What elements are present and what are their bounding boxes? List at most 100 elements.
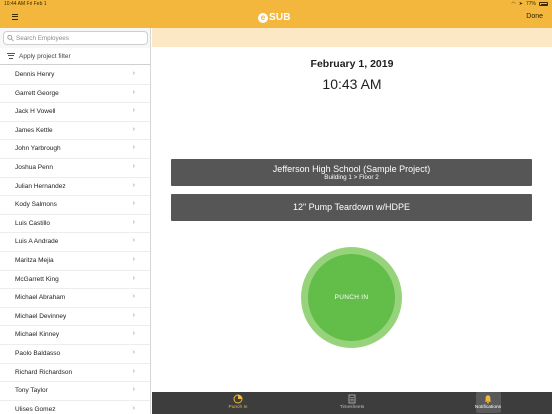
chevron-right-icon: › — [132, 330, 135, 338]
battery-icon — [539, 2, 548, 6]
employee-row[interactable]: Maritza Mejia › — [0, 252, 150, 271]
employee-row[interactable]: Michael Devinney › — [0, 308, 150, 327]
project-filter-label: Apply project filter — [19, 53, 71, 60]
status-time-date: 10:44 AM Fri Feb 1 — [4, 1, 47, 7]
employee-row[interactable]: Michael Kinney › — [0, 326, 150, 345]
tab-notifications[interactable]: Notifications — [458, 392, 518, 414]
project-selector-button[interactable]: Jefferson High School (Sample Project) B… — [171, 159, 532, 186]
search-input[interactable] — [16, 33, 144, 44]
logo-mark: e — [258, 12, 268, 23]
employee-name: Luis Castillo — [15, 219, 51, 227]
employee-row[interactable]: Richard Richardson › — [0, 364, 150, 383]
task-selector-button[interactable]: 12" Pump Teardown w/HDPE — [171, 194, 532, 221]
chevron-right-icon: › — [132, 144, 135, 152]
employee-name: Maritza Mejia — [15, 256, 54, 264]
chevron-right-icon: › — [132, 70, 135, 77]
chevron-right-icon: › — [132, 255, 135, 263]
timesheet-icon — [348, 394, 356, 404]
project-location: Building 1 > Floor 2 — [324, 174, 379, 181]
hamburger-icon — [9, 13, 21, 20]
location-icon: ➤ — [518, 1, 523, 7]
tab-label: Punch In — [228, 405, 248, 410]
chevron-right-icon: › — [132, 218, 135, 226]
current-date: February 1, 2019 — [310, 58, 394, 70]
employee-name: John Yarbrough — [15, 145, 61, 153]
chevron-right-icon: › — [132, 200, 135, 208]
search-icon — [7, 34, 14, 42]
current-time: 10:43 AM — [322, 76, 382, 92]
chevron-right-icon: › — [132, 348, 135, 356]
employee-sidebar: Apply project filter Dennis Henry › Garre… — [0, 28, 151, 414]
employee-name: Tony Taylor — [15, 387, 48, 395]
menu-button[interactable] — [9, 12, 21, 22]
tab-timesheets[interactable]: Timesheets — [322, 392, 382, 414]
employee-row[interactable]: McGarrett King › — [0, 271, 150, 290]
employee-list: Dennis Henry › Garrett George › Jack H Vow… — [0, 66, 150, 414]
tab-label: Timesheets — [339, 405, 365, 410]
employee-name: Kody Salmons — [15, 201, 57, 209]
employee-name: Dennis Henry — [15, 71, 55, 78]
chevron-right-icon: › — [132, 107, 135, 115]
chevron-right-icon: › — [132, 88, 135, 96]
employee-name: Michael Devinney — [15, 312, 67, 320]
employee-name: Joshua Penn — [15, 163, 53, 171]
project-filter-button[interactable]: Apply project filter — [0, 49, 150, 65]
chevron-right-icon: › — [132, 311, 135, 319]
status-bar: 10:44 AM Fri Feb 1 ◠ ➤ 77% — [0, 0, 552, 8]
employee-name: Michael Abraham — [15, 294, 66, 302]
chevron-right-icon: › — [132, 162, 135, 170]
punch-in-label: PUNCH IN — [308, 254, 395, 341]
employee-row[interactable]: Julian Hernandez › — [0, 178, 150, 197]
employee-name: Jack H Vowell — [15, 108, 56, 116]
top-bar: 10:44 AM Fri Feb 1 ◠ ➤ 77% e SUB Done — [0, 0, 552, 28]
chevron-right-icon: › — [132, 125, 135, 133]
employee-row[interactable]: Paolo Baldasso › — [0, 345, 150, 364]
chevron-right-icon: › — [132, 181, 135, 189]
bell-icon — [484, 395, 492, 404]
employee-row[interactable]: John Yarbrough › — [0, 140, 150, 159]
chevron-right-icon: › — [132, 386, 135, 394]
punch-panel: February 1, 2019 10:43 AM Jefferson High… — [152, 28, 552, 392]
tab-punch-in[interactable]: Punch In — [208, 392, 268, 414]
employee-row[interactable]: James Kettle › — [0, 122, 150, 141]
chevron-right-icon: › — [132, 293, 135, 301]
employee-row[interactable]: Luis Castillo › — [0, 215, 150, 234]
employee-row[interactable]: Michael Abraham › — [0, 289, 150, 308]
chevron-right-icon: › — [132, 237, 135, 245]
employee-name: Ulises Gomez — [15, 405, 56, 413]
employee-name: Paolo Baldasso — [15, 349, 61, 357]
employee-row[interactable]: Dennis Henry › — [0, 66, 150, 85]
tab-bar: Punch In Timesheets Notifications — [152, 392, 552, 414]
info-banner — [152, 28, 552, 47]
project-name: Jefferson High School (Sample Project) — [272, 164, 431, 174]
employee-row[interactable]: Ulises Gomez › — [0, 401, 150, 414]
employee-row[interactable]: Garrett George › — [0, 85, 150, 104]
employee-row[interactable]: Joshua Penn › — [0, 159, 150, 178]
chevron-right-icon: › — [132, 274, 135, 282]
employee-row[interactable]: Tony Taylor › — [0, 382, 150, 401]
tab-label: Notifications — [474, 405, 502, 410]
esub-logo: e SUB — [258, 11, 291, 24]
employee-name: Garrett George — [15, 89, 59, 97]
employee-name: James Kettle — [15, 126, 53, 134]
clock-icon — [233, 394, 243, 404]
done-button[interactable]: Done — [526, 13, 543, 20]
search-field — [3, 31, 148, 45]
punch-in-button[interactable]: PUNCH IN — [301, 247, 402, 348]
logo-text: SUB — [269, 12, 291, 23]
employee-name: Richard Richardson — [15, 368, 73, 376]
employee-name: Julian Hernandez — [15, 182, 66, 190]
app-screen: 10:44 AM Fri Feb 1 ◠ ➤ 77% e SUB Done Se… — [0, 0, 552, 414]
battery-percent: 77% — [525, 1, 536, 7]
employee-row[interactable]: Kody Salmons › — [0, 196, 150, 215]
employee-name: Luis A Andrade — [15, 238, 59, 246]
status-right: ◠ ➤ 77% — [511, 1, 548, 7]
employee-name: Michael Kinney — [15, 331, 60, 339]
chevron-right-icon: › — [132, 367, 135, 375]
wifi-icon: ◠ — [511, 1, 516, 7]
search-bar — [0, 28, 150, 48]
employee-row[interactable]: Jack H Vowell › — [0, 103, 150, 122]
employee-row[interactable]: Luis A Andrade › — [0, 233, 150, 252]
chevron-right-icon: › — [132, 404, 135, 412]
filter-icon — [7, 53, 15, 60]
